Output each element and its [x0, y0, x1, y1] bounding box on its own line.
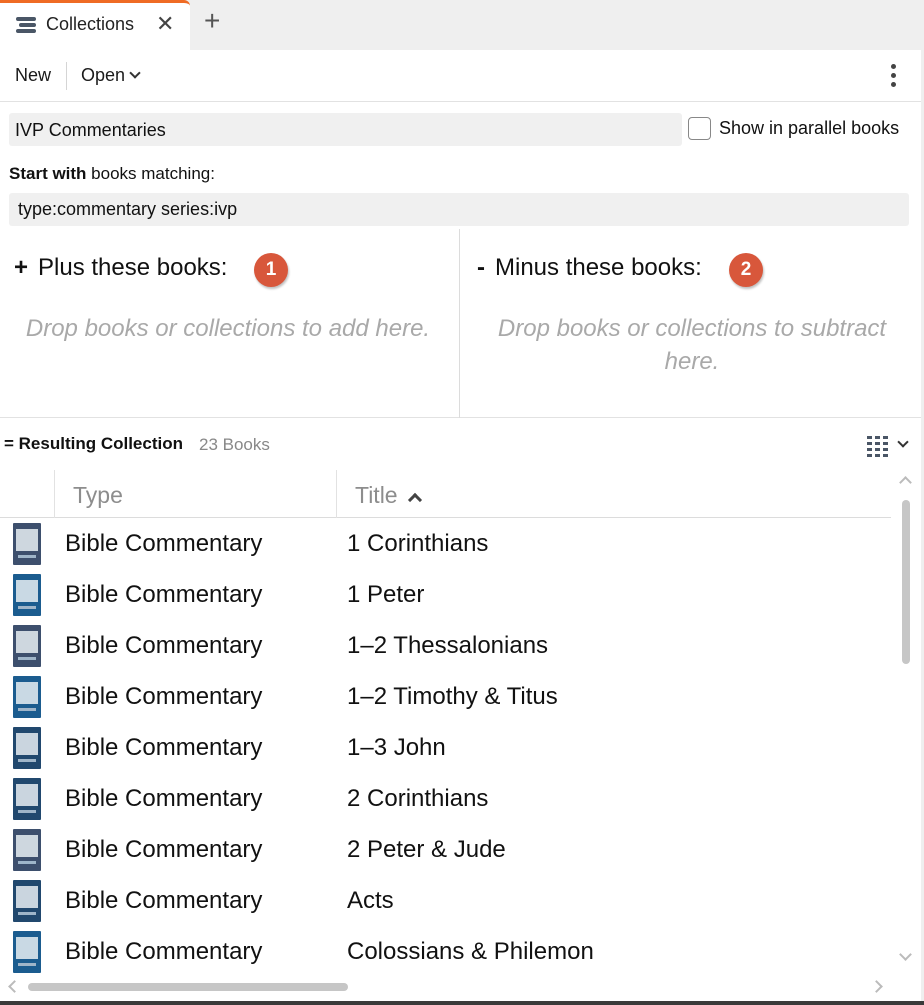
book-cover-icon: [13, 625, 41, 667]
tab-bar: Collections ✕ +: [0, 0, 924, 50]
scroll-left-icon[interactable]: [8, 980, 21, 993]
cell-type: Bible Commentary: [65, 683, 263, 710]
result-header: = Resulting Collection 23 Books: [0, 432, 924, 458]
table-row[interactable]: Bible Commentary 1–2 Thessalonians: [0, 621, 891, 672]
column-divider: [54, 470, 55, 518]
sort-ascending-icon: [407, 492, 422, 508]
cell-title: 2 Peter & Jude: [347, 836, 506, 863]
minus-title-text: Minus these books:: [495, 254, 702, 281]
cell-title: 1–3 John: [347, 734, 446, 761]
book-cover-icon: [13, 523, 41, 565]
book-cover-icon: [13, 727, 41, 769]
cell-type: Bible Commentary: [65, 530, 263, 557]
table-row[interactable]: Bible Commentary 2 Corinthians: [0, 774, 891, 825]
plus-drop-hint: Drop books or collections to add here.: [25, 315, 431, 342]
vertical-scroll-thumb[interactable]: [902, 500, 910, 664]
book-cover-icon: [13, 829, 41, 871]
table-row[interactable]: Bible Commentary 1 Peter: [0, 570, 891, 621]
table-row[interactable]: Bible Commentary 2 Peter & Jude: [0, 825, 891, 876]
cell-type: Bible Commentary: [65, 887, 263, 914]
column-header-type[interactable]: Type: [73, 482, 123, 509]
cell-title: 1 Peter: [347, 581, 425, 608]
plus-title: + Plus these books:: [14, 254, 227, 282]
toolbar: New Open: [0, 50, 924, 102]
result-count: 23 Books: [199, 435, 270, 454]
plus-sign: +: [14, 254, 29, 281]
start-with-bold: Start with: [9, 164, 87, 183]
book-cover-icon: [13, 778, 41, 820]
plus-title-text: Plus these books:: [38, 254, 228, 281]
parallel-books-label: Show in parallel books: [719, 118, 900, 138]
minus-drop-hint: Drop books or collections to subtract he…: [497, 315, 887, 375]
cell-title: 1–2 Thessalonians: [347, 632, 549, 659]
pane-divider: [459, 229, 460, 418]
collection-name-input[interactable]: IVP Commentaries: [9, 113, 682, 146]
book-cover-icon: [13, 880, 41, 922]
window-bottom-edge: [0, 1001, 924, 1005]
cell-title: 2 Corinthians: [347, 785, 489, 812]
open-label: Open: [81, 65, 126, 85]
horizontal-scroll-thumb[interactable]: [28, 983, 348, 991]
minus-sign: -: [477, 254, 485, 281]
close-icon[interactable]: ✕: [156, 12, 174, 36]
minus-count-badge: 2: [729, 253, 763, 287]
scroll-right-icon[interactable]: [870, 980, 883, 993]
view-toggle-button[interactable]: [867, 436, 913, 458]
column-divider: [336, 470, 337, 518]
cell-type: Bible Commentary: [65, 938, 263, 965]
start-with-rest: books matching:: [86, 164, 215, 183]
plus-minus-panes: + Plus these books: 1 Drop books or colle…: [0, 229, 924, 418]
result-title: = Resulting Collection: [4, 434, 183, 453]
cell-title: 1 Corinthians: [347, 530, 489, 557]
new-button[interactable]: New: [15, 65, 51, 86]
cell-title: 1–2 Timothy & Titus: [347, 683, 558, 710]
horizontal-scrollbar[interactable]: [0, 976, 891, 998]
table-row[interactable]: Bible Commentary 1 Corinthians: [0, 519, 891, 570]
table-row[interactable]: Bible Commentary Acts: [0, 876, 891, 927]
book-cover-icon: [13, 931, 41, 973]
cell-title: Acts: [347, 887, 394, 914]
column-header-title[interactable]: Title: [355, 482, 422, 509]
toolbar-divider: [66, 62, 67, 90]
query-input[interactable]: type:commentary series:ivp: [9, 193, 909, 226]
chevron-down-icon: [129, 67, 141, 79]
table-row[interactable]: Bible Commentary Colossians & Philemon: [0, 927, 891, 974]
cell-title: Colossians & Philemon: [347, 938, 594, 965]
tab-label: Collections: [46, 14, 135, 34]
open-button[interactable]: Open: [81, 65, 141, 86]
table-body: Bible Commentary 1 Corinthians Bible Comm…: [0, 519, 891, 974]
chevron-down-icon: [897, 436, 909, 448]
kebab-menu-icon[interactable]: [889, 64, 897, 88]
plus-count-badge: 1: [254, 253, 288, 287]
cell-type: Bible Commentary: [65, 581, 263, 608]
table-row[interactable]: Bible Commentary 1–3 John: [0, 723, 891, 774]
cell-type: Bible Commentary: [65, 632, 263, 659]
table-row[interactable]: Bible Commentary 1–2 Timothy & Titus: [0, 672, 891, 723]
parallel-books-checkbox[interactable]: [688, 117, 711, 140]
cell-type: Bible Commentary: [65, 785, 263, 812]
collections-icon: [16, 17, 36, 35]
tab-collections[interactable]: Collections ✕: [0, 0, 190, 50]
book-cover-icon: [13, 676, 41, 718]
scroll-down-icon[interactable]: [899, 948, 912, 961]
plus-icon[interactable]: +: [204, 7, 220, 35]
vertical-scrollbar[interactable]: [893, 472, 921, 972]
scroll-up-icon[interactable]: [899, 476, 912, 489]
cell-type: Bible Commentary: [65, 836, 263, 863]
minus-title: - Minus these books:: [477, 254, 702, 282]
table-header: Type Title: [0, 470, 891, 518]
cell-type: Bible Commentary: [65, 734, 263, 761]
column-header-title-label: Title: [355, 482, 398, 508]
book-cover-icon: [13, 574, 41, 616]
grid-view-icon: [867, 436, 889, 458]
start-with-label: Start with books matching:: [9, 164, 215, 184]
